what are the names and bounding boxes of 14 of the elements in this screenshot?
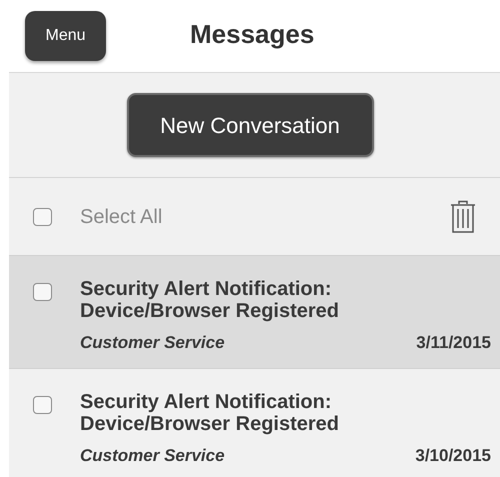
menu-button[interactable]: Menu: [25, 11, 106, 61]
page-title: Messages: [190, 18, 314, 51]
message-date: 3/10/2015: [415, 445, 491, 467]
checkbox[interactable]: [33, 208, 52, 226]
checkbox[interactable]: [33, 396, 52, 414]
message-subject: Security Alert Notification: Device/Browser Registered: [80, 278, 340, 322]
message-sender: Customer Service: [80, 445, 225, 467]
trash-icon[interactable]: [450, 200, 476, 234]
checkbox[interactable]: [33, 283, 52, 301]
message-sender: Customer Service: [80, 332, 225, 354]
message-subject: Security Alert Notification: Device/Browser Registered: [80, 391, 340, 435]
message-date: 3/11/2015: [416, 332, 491, 354]
message-row[interactable]: Security Alert Notification: Device/Browser Registered Customer Service 3/11/2015: [9, 255, 500, 368]
new-conversation-button[interactable]: New Conversation: [126, 93, 374, 157]
